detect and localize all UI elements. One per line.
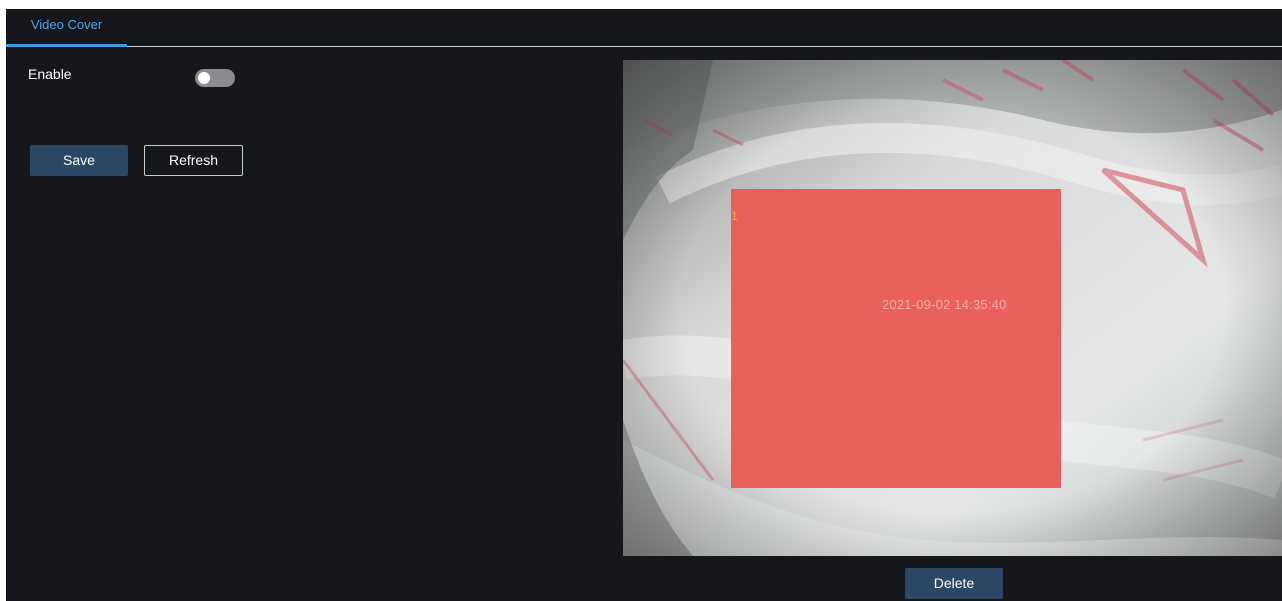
video-cover-page: Video Cover Enable Save Refresh 1 2021-0… (6, 9, 1282, 601)
enable-toggle[interactable] (195, 69, 235, 87)
save-button[interactable]: Save (30, 145, 128, 176)
tab-video-cover-label: Video Cover (30, 17, 103, 32)
osd-timestamp: 2021-09-02 14:35:40 (882, 297, 1007, 312)
active-tab-indicator (6, 44, 127, 47)
cover-region-index: 1 (731, 209, 738, 223)
cover-region[interactable] (731, 189, 1061, 488)
refresh-button[interactable]: Refresh (144, 145, 243, 176)
tab-video-cover[interactable]: Video Cover (6, 9, 127, 47)
enable-toggle-knob (198, 72, 210, 84)
tab-bar: Video Cover (6, 9, 1282, 47)
delete-button[interactable]: Delete (905, 568, 1003, 599)
enable-label: Enable (28, 66, 72, 82)
video-preview[interactable]: 1 2021-09-02 14:35:40 (623, 60, 1282, 556)
